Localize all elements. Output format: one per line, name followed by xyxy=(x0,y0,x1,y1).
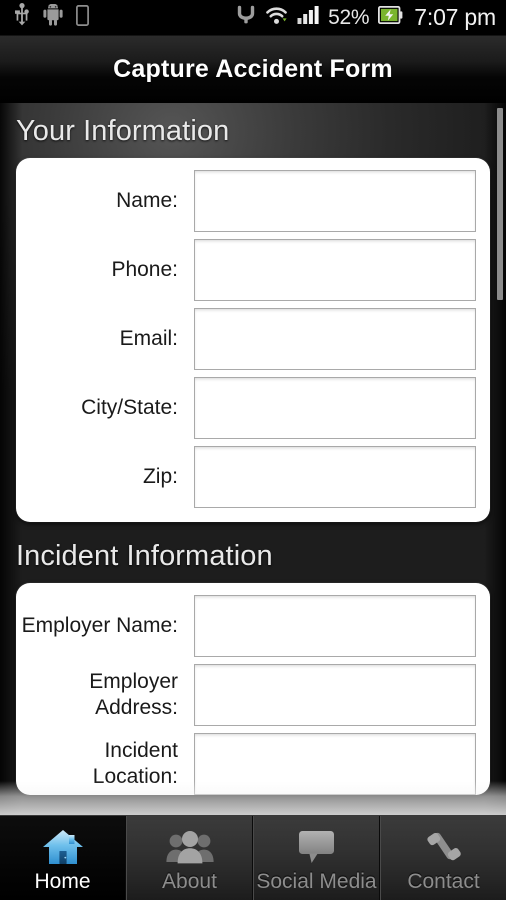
label-zip: Zip: xyxy=(142,465,178,488)
input-phone[interactable] xyxy=(194,239,476,301)
clock-label: 7:07 pm xyxy=(414,4,496,30)
input-city-state[interactable] xyxy=(194,377,476,439)
form-row-phone: Phone: xyxy=(16,239,476,301)
form-row-employer-address: Employer Address: xyxy=(16,664,476,726)
label-name: Name: xyxy=(116,189,178,212)
tab-label-social-media: Social Media xyxy=(256,870,377,893)
label-email: Email: xyxy=(119,327,178,350)
home-icon xyxy=(41,825,85,869)
input-employer-address[interactable] xyxy=(194,664,476,726)
wifi-icon xyxy=(265,5,288,31)
form-row-zip: Zip: xyxy=(16,446,476,508)
status-bar-left-icons xyxy=(0,3,89,32)
tab-label-about: About xyxy=(162,870,217,893)
form-row-incident-location: Incident Location: xyxy=(16,733,476,795)
label-employer-name: Employer Name: xyxy=(21,614,178,637)
android-robot-icon xyxy=(43,3,63,31)
input-name[interactable] xyxy=(194,170,476,232)
input-zip[interactable] xyxy=(194,446,476,508)
section-header-incident-information: Incident Information xyxy=(16,540,273,572)
bottom-tab-bar: Home About Social Media Contact xyxy=(0,815,506,900)
form-row-employer-name: Employer Name: xyxy=(16,595,476,657)
label-incident-location: Incident Location: xyxy=(92,739,178,788)
tab-social-media[interactable]: Social Media xyxy=(253,816,380,900)
chat-bubble-icon xyxy=(295,825,339,869)
tab-home[interactable]: Home xyxy=(0,816,126,900)
sd-card-icon xyxy=(76,4,89,31)
tab-about[interactable]: About xyxy=(126,816,253,900)
card-your-information: Name: Phone: Email: City/State: Zip: xyxy=(16,158,490,522)
app-title-bar: Capture Accident Form xyxy=(0,36,506,103)
phone-screen: 52% 7:07 pm Capture Accident Form Your I… xyxy=(0,0,506,900)
label-city-state: City/State: xyxy=(81,396,178,419)
tab-label-home: Home xyxy=(34,870,91,893)
card-incident-information: Employer Name: Employer Address: Inciden… xyxy=(16,583,490,795)
input-incident-location[interactable] xyxy=(194,733,476,795)
cellular-signal-icon xyxy=(297,5,319,30)
people-icon xyxy=(165,825,215,869)
form-row-city-state: City/State: xyxy=(16,377,476,439)
page-title: Capture Accident Form xyxy=(113,55,393,83)
status-bar: 52% 7:07 pm xyxy=(0,0,506,36)
form-row-name: Name: xyxy=(16,170,476,232)
label-phone: Phone: xyxy=(111,258,178,281)
usb-icon xyxy=(14,3,30,32)
section-header-your-information: Your Information xyxy=(16,115,230,147)
phone-handset-icon xyxy=(423,825,465,869)
tab-label-contact: Contact xyxy=(407,870,480,893)
form-scroll-area[interactable]: Your Information Name: Phone: Email: Cit… xyxy=(0,103,506,815)
status-bar-right-icons: 52% 7:07 pm xyxy=(236,4,506,31)
form-row-email: Email: xyxy=(16,308,476,370)
battery-charging-icon xyxy=(378,5,403,29)
input-employer-name[interactable] xyxy=(194,595,476,657)
bluetooth-icon xyxy=(236,4,256,31)
battery-percent-label: 52% xyxy=(328,6,370,29)
tab-contact[interactable]: Contact xyxy=(380,816,506,900)
input-email[interactable] xyxy=(194,308,476,370)
label-employer-address: Employer Address: xyxy=(89,670,178,719)
